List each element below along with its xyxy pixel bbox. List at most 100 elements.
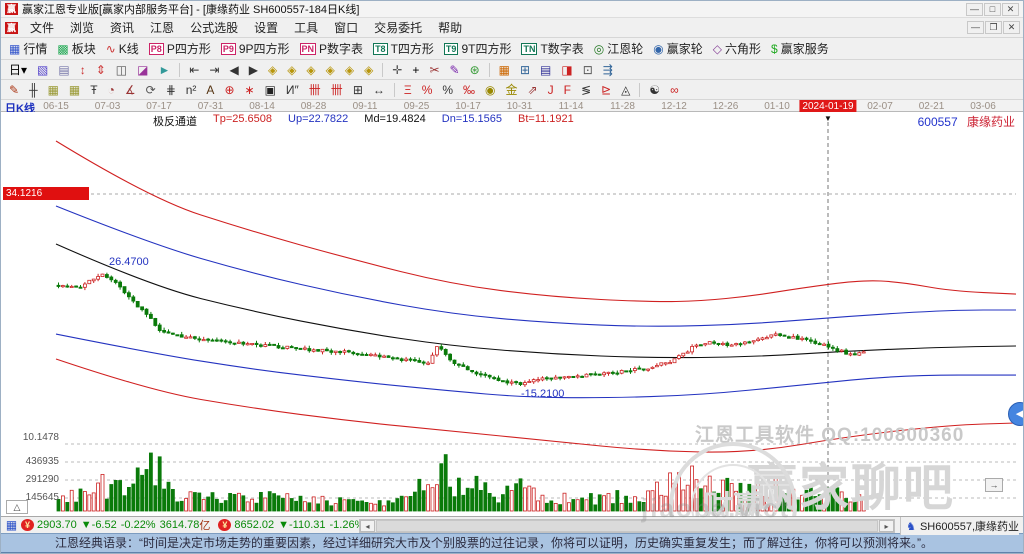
draw-tool-icon-34[interactable]: ∞ bbox=[665, 81, 684, 99]
tool-icon-7[interactable]: ► bbox=[153, 61, 175, 79]
draw-tool-icon-33[interactable]: ☯ bbox=[644, 81, 665, 99]
draw-tool-icon-16[interactable]: 卌 bbox=[326, 79, 348, 100]
tool-icon-26[interactable]: ▦ bbox=[494, 61, 515, 79]
tool-icon-2[interactable]: ▤ bbox=[53, 61, 74, 79]
shanghai-index-icon[interactable]: ¥ bbox=[21, 519, 34, 532]
shenzhen-index-icon[interactable]: ¥ bbox=[218, 519, 232, 532]
mdi-restore-button[interactable]: ❐ bbox=[985, 21, 1002, 34]
kline-chart-area[interactable]: 极反通道 Tp=25.6508 Up=22.7822 Md=19.4824 Dn=15… bbox=[1, 112, 1023, 517]
close-button[interactable]: ✕ bbox=[1002, 2, 1019, 16]
menu-item-资讯[interactable]: 资讯 bbox=[102, 17, 142, 38]
draw-tool-icon-7[interactable]: ⟳ bbox=[141, 81, 161, 99]
draw-tool-icon-26[interactable]: ⇗ bbox=[523, 81, 543, 99]
tool-icon-10[interactable]: ⇥ bbox=[204, 61, 224, 79]
grid-view-icon[interactable]: ▦ bbox=[5, 519, 18, 531]
draw-tool-icon-18[interactable]: ↔ bbox=[368, 81, 390, 99]
tool-icon-16[interactable]: ◈ bbox=[321, 61, 340, 79]
highlighted-date[interactable]: 2024-01-19 bbox=[799, 100, 857, 113]
draw-tool-icon-10[interactable]: A bbox=[201, 81, 219, 99]
menu-item-浏览[interactable]: 浏览 bbox=[62, 17, 102, 38]
menu-item-工具[interactable]: 工具 bbox=[286, 17, 326, 38]
tool-icon-24[interactable]: ⊛ bbox=[465, 61, 485, 79]
draw-tool-icon-14[interactable]: И″ bbox=[281, 81, 304, 99]
tool-icon-30[interactable]: ⊡ bbox=[578, 61, 598, 79]
mdi-minimize-button[interactable]: — bbox=[967, 21, 984, 34]
menu-item-文件[interactable]: 文件 bbox=[22, 17, 62, 38]
tool-icon-13[interactable]: ◈ bbox=[263, 61, 282, 79]
draw-tool-icon-12[interactable]: ∗ bbox=[240, 81, 260, 99]
horizontal-scrollbar[interactable]: ◂ ▸ bbox=[359, 519, 895, 534]
menu-item-交易委托[interactable]: 交易委托 bbox=[366, 17, 430, 38]
draw-tool-icon-28[interactable]: F bbox=[559, 81, 576, 99]
tool-icon-23[interactable]: ✎ bbox=[445, 61, 465, 79]
tool-icon-20[interactable]: ✛ bbox=[387, 61, 407, 79]
tool-icon-22[interactable]: ✂ bbox=[424, 61, 444, 79]
draw-tool-icon-23[interactable]: ‰ bbox=[458, 81, 480, 99]
quotes-button[interactable]: ▦ 行情 bbox=[4, 38, 52, 59]
menu-item-帮助[interactable]: 帮助 bbox=[430, 17, 470, 38]
tool-icon-17[interactable]: ◈ bbox=[340, 61, 359, 79]
draw-tool-icon-30[interactable]: ⊵ bbox=[596, 81, 616, 99]
draw-tool-icon-6[interactable]: ∡ bbox=[120, 81, 141, 99]
next-page-button[interactable]: → bbox=[985, 478, 1003, 493]
tool-icon-11[interactable]: ◀ bbox=[224, 61, 243, 79]
p9-square-button[interactable]: P9 9P四方形 bbox=[216, 38, 295, 59]
draw-tool-icon-17[interactable]: ⊞ bbox=[348, 81, 368, 99]
draw-tool-icon-20[interactable]: Ξ bbox=[399, 81, 417, 99]
draw-tool-icon-15[interactable]: 卌 bbox=[304, 79, 326, 100]
current-stock-indicator[interactable]: ♞ SH600557,康缘药业 bbox=[900, 517, 1019, 536]
tool-icon-3[interactable]: ↕ bbox=[75, 61, 91, 79]
draw-tool-icon-3[interactable]: ▦ bbox=[64, 81, 85, 99]
draw-tool-icon-27[interactable]: J bbox=[543, 81, 559, 99]
draw-tool-icon-25[interactable]: 金 bbox=[501, 79, 523, 100]
draw-tool-icon-29[interactable]: ≶ bbox=[576, 81, 596, 99]
sectors-button[interactable]: ▩ 板块 bbox=[52, 38, 100, 59]
tool-icon-15[interactable]: ◈ bbox=[301, 61, 320, 79]
winner-service-button[interactable]: $ 赢家服务 bbox=[766, 38, 834, 59]
tool-icon-4[interactable]: ⇕ bbox=[91, 61, 111, 79]
p-square-button[interactable]: P8 P四方形 bbox=[144, 38, 216, 59]
draw-tool-icon-2[interactable]: ▦ bbox=[43, 81, 64, 99]
tool-icon-29[interactable]: ◨ bbox=[556, 61, 577, 79]
draw-tool-icon-8[interactable]: ⋕ bbox=[161, 81, 181, 99]
tool-icon-28[interactable]: ▤ bbox=[535, 61, 556, 79]
tool-icon-14[interactable]: ◈ bbox=[282, 61, 301, 79]
menu-item-江恩[interactable]: 江恩 bbox=[142, 17, 182, 38]
tool-icon-21[interactable]: + bbox=[407, 61, 424, 79]
tool-icon-5[interactable]: ◫ bbox=[111, 61, 132, 79]
scrollbar-thumb[interactable] bbox=[376, 520, 878, 533]
kline-button[interactable]: ∿ K线 bbox=[101, 38, 144, 59]
t-square-button[interactable]: T8 T四方形 bbox=[368, 38, 439, 59]
expand-volume-button[interactable]: △ bbox=[6, 500, 28, 515]
tool-icon-18[interactable]: ◈ bbox=[359, 61, 378, 79]
tool-icon-6[interactable]: ◪ bbox=[132, 61, 153, 79]
winner-wheel-button[interactable]: ◉ 赢家轮 bbox=[648, 38, 708, 59]
tool-icon-31[interactable]: ⇶ bbox=[598, 61, 618, 79]
draw-tool-icon-1[interactable]: ╫ bbox=[24, 81, 43, 99]
tool-icon-27[interactable]: ⊞ bbox=[515, 61, 535, 79]
menu-item-公式选股[interactable]: 公式选股 bbox=[182, 17, 246, 38]
gann-wheel-button[interactable]: ◎ 江恩轮 bbox=[589, 38, 649, 59]
draw-tool-icon-13[interactable]: ▣ bbox=[260, 81, 281, 99]
scroll-right-button[interactable]: ▸ bbox=[879, 520, 894, 533]
draw-tool-icon-22[interactable]: % bbox=[437, 81, 458, 99]
draw-tool-icon-5[interactable]: ◔ bbox=[103, 81, 120, 99]
draw-tool-icon-24[interactable]: ◉ bbox=[480, 81, 500, 99]
tool-icon-0[interactable]: 日▾ bbox=[4, 59, 32, 80]
draw-tool-icon-4[interactable]: Ŧ bbox=[85, 81, 102, 99]
draw-tool-icon-31[interactable]: ◬ bbox=[616, 81, 635, 99]
draw-tool-icon-9[interactable]: n² bbox=[181, 81, 202, 99]
draw-tool-icon-11[interactable]: ⊕ bbox=[219, 81, 239, 99]
p-digits-button[interactable]: PN P数字表 bbox=[295, 38, 369, 59]
tool-icon-1[interactable]: ▧ bbox=[32, 61, 53, 79]
maximize-button[interactable]: □ bbox=[984, 2, 1001, 16]
t-digits-button[interactable]: TN T数字表 bbox=[516, 38, 588, 59]
tool-icon-9[interactable]: ⇤ bbox=[184, 61, 204, 79]
t9-square-button[interactable]: T9 9T四方形 bbox=[439, 38, 517, 59]
tool-icon-12[interactable]: ▶ bbox=[244, 61, 263, 79]
hexagon-button[interactable]: ◇ 六角形 bbox=[708, 38, 766, 59]
scroll-left-button[interactable]: ◂ bbox=[360, 520, 375, 533]
draw-tool-icon-0[interactable]: ✎ bbox=[4, 81, 24, 99]
minimize-button[interactable]: — bbox=[966, 2, 983, 16]
mdi-close-button[interactable]: ✕ bbox=[1003, 21, 1020, 34]
